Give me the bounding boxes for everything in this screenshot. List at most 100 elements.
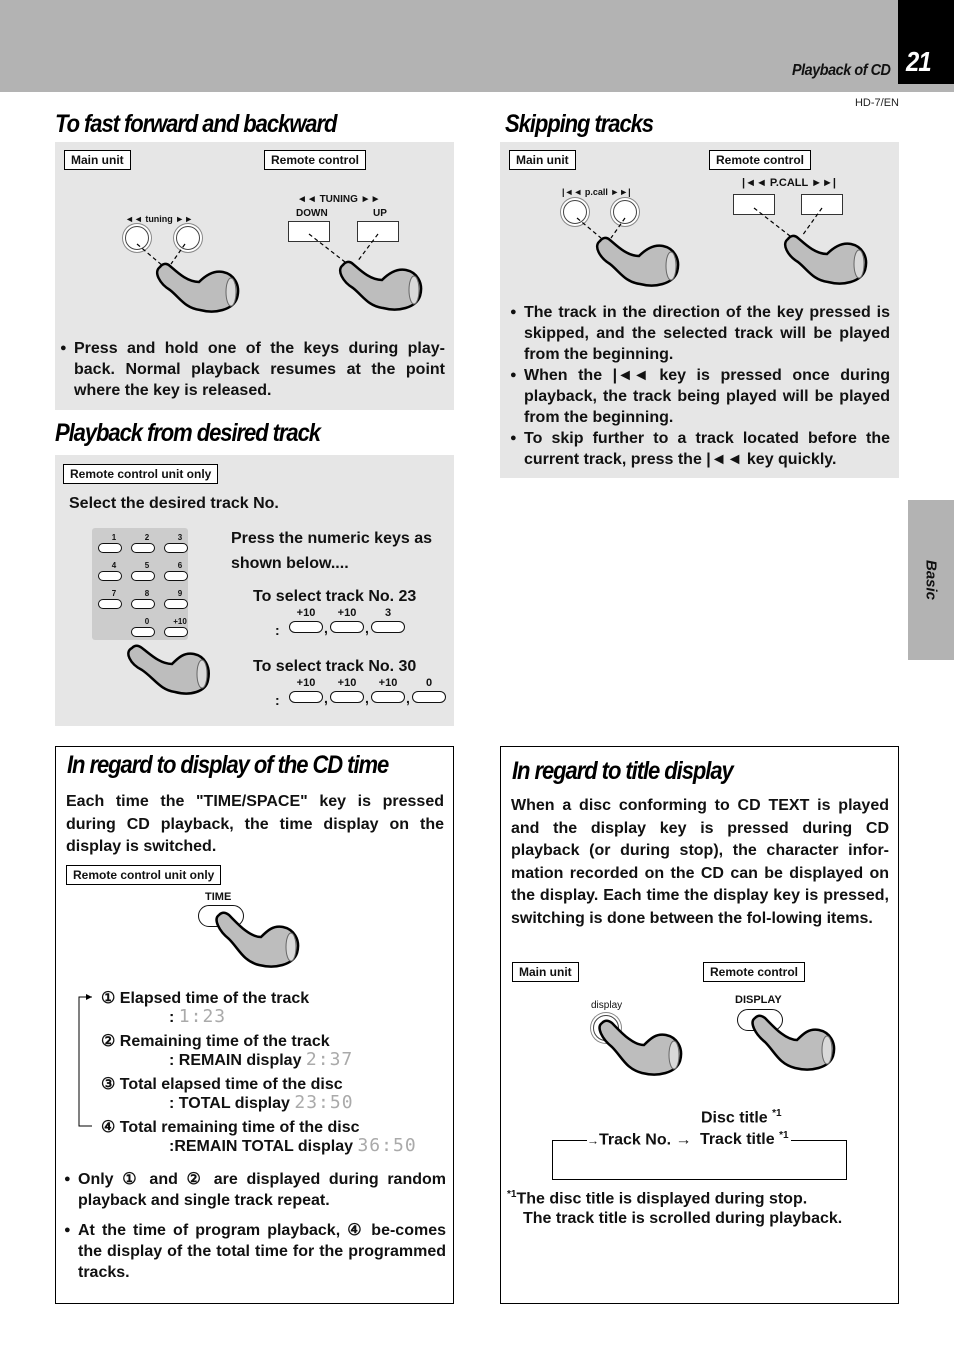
keypad-key-4[interactable] [98, 571, 122, 581]
flow-line [791, 1140, 847, 1141]
flow-line [552, 1140, 592, 1141]
bullet-item: When the |◄◄ key is pressed once during … [510, 365, 890, 428]
display-remote-label: DISPLAY [735, 994, 782, 1006]
separator: , [406, 690, 410, 706]
keypad-key-0[interactable] [131, 627, 155, 637]
title-display-frame: In regard to title display When a disc c… [500, 746, 899, 1304]
keypad-key-label: 5 [144, 561, 150, 570]
example-key-button [330, 621, 364, 633]
fast-forward-bullets: Press and hold one of the keys during pl… [60, 338, 445, 401]
example-key-label: 0 [425, 677, 433, 689]
step-1: ① Elapsed time of the track [101, 990, 310, 1007]
skipping-title: Skipping tracks [505, 110, 654, 138]
flow-track-row: →Track No. → Track title *1 [587, 1130, 789, 1150]
main-unit-tag: Main unit [64, 150, 131, 170]
fast-forward-panel: Main unit Remote control ◄◄ tuning ►► ◄◄… [55, 142, 454, 410]
example-30-keys: : +10, +10, +10, 0 [273, 677, 453, 710]
press-text-line2: shown below.... [231, 555, 349, 572]
keypad-key-label: 9 [177, 589, 183, 598]
keypad-key-9[interactable] [164, 599, 188, 609]
keypad-key-label: 6 [177, 561, 183, 570]
keypad-key-5[interactable] [131, 571, 155, 581]
example-key-label: +10 [378, 677, 398, 689]
footnote-line2: The track title is scrolled during playb… [523, 1210, 843, 1227]
keypad-key-label: 3 [177, 533, 183, 542]
keypad-key-label: 7 [111, 589, 117, 598]
lcd-readout: 1:23 [178, 1006, 227, 1027]
pcall-key-label: |◄◄ p.call ►►| [562, 187, 631, 197]
step-4-value: :REMAIN TOTAL display 36:50 [169, 1135, 417, 1156]
main-unit-tag: Main unit [512, 962, 579, 982]
example-key-label: +10 [296, 607, 316, 619]
example-key-button [289, 621, 323, 633]
cd-time-title: In regard to display of the CD time [67, 751, 389, 779]
cd-time-frame: In regard to display of the CD time Each… [55, 746, 454, 1304]
colon: : [275, 622, 280, 638]
keypad-key-3[interactable] [164, 543, 188, 553]
separator: , [324, 690, 328, 706]
example-key-button [371, 691, 405, 703]
step-3-value: : TOTAL display 23:50 [169, 1092, 354, 1113]
step-4: ④ Total remaining time of the disc [101, 1119, 360, 1136]
section-label: Playback of CD [791, 62, 890, 79]
side-tab-label: Basic [922, 559, 940, 601]
desired-track-panel: Remote control unit only Select the desi… [55, 455, 454, 726]
example-30-label: To select track No. 30 [253, 658, 417, 675]
separator: , [365, 620, 369, 636]
keypad-key-+10[interactable] [164, 627, 188, 637]
page-number: 21 [906, 46, 932, 77]
keypad-key-8[interactable] [131, 599, 155, 609]
bullet-item: At the time of program playback, ④ be-co… [64, 1220, 446, 1283]
display-key-label: display [591, 1000, 623, 1011]
hand-pointer-icon [751, 1014, 836, 1071]
hand-pointer-icon [215, 911, 300, 968]
tuning-key-label: ◄◄ tuning ►► [125, 214, 194, 224]
keypad-key-label: 0 [144, 617, 150, 626]
example-key-label: +10 [337, 677, 357, 689]
separator: , [324, 620, 328, 636]
bullet-item: To skip further to a track located befor… [510, 428, 890, 470]
press-text-line1: Press the numeric keys as [231, 530, 433, 547]
up-label: UP [373, 208, 387, 219]
cd-time-intro: Each time the "TIME/SPACE" key is presse… [66, 793, 444, 855]
remote-control-tag: Remote control [264, 150, 367, 170]
step-1-value: : 1:23 [169, 1006, 227, 1027]
step-2-value: : REMAIN display 2:37 [169, 1049, 354, 1070]
step-2: ② Remaining time of the track [101, 1033, 330, 1050]
main-unit-tag: Main unit [509, 150, 576, 170]
step-3: ③ Total elapsed time of the disc [101, 1076, 343, 1093]
title-display-title: In regard to title display [512, 757, 734, 785]
example-key-button [330, 691, 364, 703]
example-key-label: +10 [296, 677, 316, 689]
skipping-bullets: The track in the direction of the key pr… [510, 302, 890, 470]
numeric-keypad: 1 2 3 4 5 6 7 8 9 0 +10 [92, 528, 188, 640]
keypad-key-label: 8 [144, 589, 150, 598]
cycle-bracket [78, 994, 92, 1127]
remote-only-tag: Remote control unit only [63, 464, 219, 484]
example-key-label: +10 [337, 607, 357, 619]
down-label: DOWN [296, 208, 328, 219]
separator: , [365, 690, 369, 706]
keypad-key-2[interactable] [131, 543, 155, 553]
lcd-readout: 36:50 [357, 1135, 417, 1156]
example-key-button [412, 691, 446, 703]
lcd-readout: 23:50 [294, 1092, 354, 1113]
keypad-key-6[interactable] [164, 571, 188, 581]
hand-pointer-icon [598, 1019, 683, 1076]
tuning-remote-label: ◄◄ TUNING ►► [297, 194, 381, 205]
disc-title-label: Disc title *1 [701, 1108, 782, 1127]
keypad-key-7[interactable] [98, 599, 122, 609]
select-instruction: Select the desired track No. [69, 495, 279, 512]
model-code: HD-7/EN [854, 97, 899, 109]
time-key-label: TIME [205, 891, 232, 903]
hand-pointer-icon [127, 644, 210, 695]
side-tab-basic[interactable]: Basic [908, 500, 954, 660]
keypad-key-1[interactable] [98, 543, 122, 553]
skipping-panel: Main unit Remote control |◄◄ p.call ►►| … [500, 142, 899, 478]
keypad-key-label: +10 [173, 617, 187, 626]
remote-control-tag: Remote control [709, 150, 812, 170]
bullet-item: Only ① and ② are displayed during random… [64, 1169, 446, 1211]
example-key-button [371, 621, 405, 633]
bullet-item: The track in the direction of the key pr… [510, 302, 890, 365]
title-display-intro: When a disc conforming to CD TEXT is pla… [511, 797, 889, 927]
